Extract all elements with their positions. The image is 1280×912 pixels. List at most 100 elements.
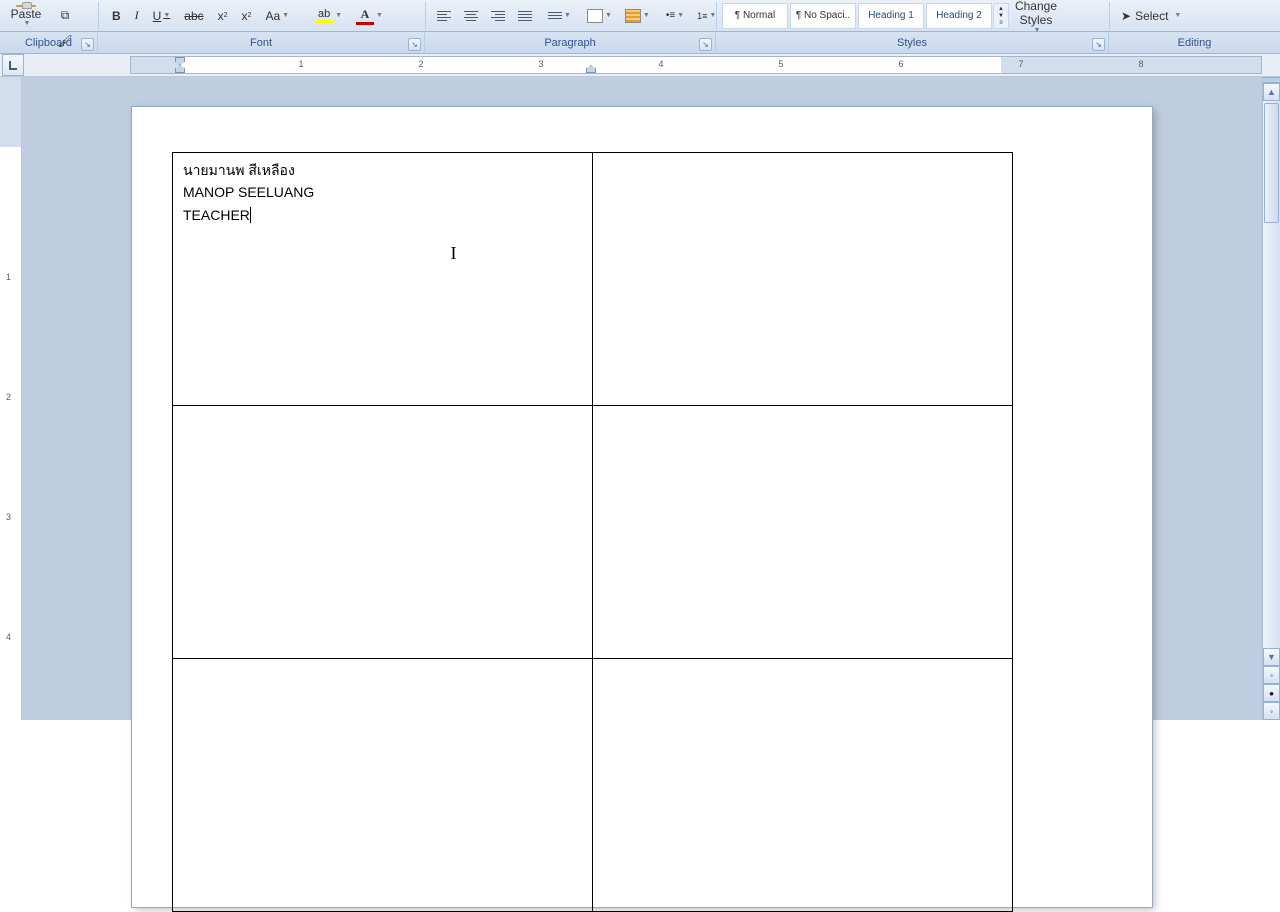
style-heading-1[interactable]: Heading 1 <box>858 3 924 29</box>
superscript-button[interactable]: x2 <box>237 4 257 28</box>
font-color-button[interactable]: A ▼ <box>351 4 388 28</box>
cell-line: TEACHER <box>183 204 582 226</box>
cursor-icon: ➤ <box>1121 9 1131 23</box>
group-paragraph: Paragraph ↘ <box>425 32 716 53</box>
align-center-icon <box>464 11 478 21</box>
vruler-num: 3 <box>6 512 11 522</box>
shading-button[interactable]: ▼ <box>582 4 617 28</box>
scroll-down-button[interactable]: ▼ <box>1263 648 1280 666</box>
align-justify-icon <box>518 11 532 21</box>
select-label: Select <box>1135 9 1168 23</box>
paste-button[interactable]: Paste ▼ <box>4 4 48 28</box>
align-center-button[interactable] <box>459 4 483 28</box>
ruler-num: 5 <box>778 59 783 69</box>
align-left-icon <box>437 11 451 21</box>
font-dialog-launcher[interactable]: ↘ <box>408 38 421 51</box>
line-spacing-button[interactable]: ▼ <box>543 4 576 28</box>
align-right-icon <box>491 11 505 21</box>
ruler-num: 8 <box>1138 59 1143 69</box>
font-color-swatch <box>356 22 374 25</box>
i-beam-cursor: I <box>451 243 457 264</box>
style-normal[interactable]: ¶ Normal <box>722 3 788 29</box>
ruler-num: 3 <box>538 59 543 69</box>
table-cell[interactable] <box>593 153 1013 406</box>
cut-button[interactable]: ✂ <box>50 0 80 3</box>
document-area[interactable]: นายมานพ สีเหลือง MANOP SEELUANG TEACHER … <box>22 77 1262 720</box>
borders-icon <box>625 9 641 23</box>
ruler-num: 4 <box>658 59 663 69</box>
page: นายมานพ สีเหลือง MANOP SEELUANG TEACHER … <box>132 107 1152 907</box>
scroll-track[interactable] <box>1263 101 1280 648</box>
tab-left-icon <box>7 59 19 71</box>
highlight-swatch <box>315 20 333 23</box>
ruler-row: 1 2 3 4 5 6 7 8 <box>0 54 1280 77</box>
bucket-icon <box>587 9 603 23</box>
paste-label: Paste <box>11 8 42 20</box>
italic-button[interactable]: I <box>130 4 144 28</box>
change-styles-label: Change Styles <box>1014 0 1058 26</box>
table-cell[interactable] <box>593 406 1013 659</box>
select-button[interactable]: ➤ Select ▼ <box>1116 4 1186 28</box>
styles-more-button[interactable]: ▲▼≡ <box>993 3 1009 29</box>
style-heading-2[interactable]: Heading 2 <box>926 3 992 29</box>
browse-object-button[interactable]: ● <box>1263 684 1280 702</box>
ruler-num: 2 <box>418 59 423 69</box>
copy-icon: ⧉ <box>55 6 75 26</box>
next-page-button[interactable]: ◦ <box>1263 702 1280 720</box>
workspace: 1 2 3 4 นายมานพ สีเหลือง MANOP SEELUANG … <box>0 77 1280 720</box>
ribbon-group-labels: Clipboard ↘ Font ↘ Paragraph ↘ Styles ↘ … <box>0 32 1280 54</box>
line-spacing-icon <box>548 12 562 19</box>
table-row <box>173 659 1013 912</box>
vruler-num: 2 <box>6 392 11 402</box>
align-right-button[interactable] <box>486 4 510 28</box>
chevron-down-icon: ▼ <box>1174 12 1181 19</box>
change-styles-button[interactable]: Change Styles ▼ <box>1009 4 1063 28</box>
highlighter-icon: ab <box>318 8 330 20</box>
scroll-up-button[interactable]: ▲ <box>1263 83 1280 101</box>
font-color-icon: A <box>361 7 370 22</box>
group-styles: Styles ↘ <box>716 32 1109 53</box>
copy-button[interactable]: ⧉ <box>50 4 80 28</box>
cell-line: MANOP SEELUANG <box>183 181 582 203</box>
table-row: นายมานพ สีเหลือง MANOP SEELUANG TEACHER … <box>173 153 1013 406</box>
ruler-num: 6 <box>898 59 903 69</box>
styles-dialog-launcher[interactable]: ↘ <box>1092 38 1105 51</box>
group-editing: Editing <box>1109 32 1280 53</box>
strikethrough-button[interactable]: abc <box>179 4 208 28</box>
ribbon: Paste ▼ ✂ ⧉ 🖌 B I U▼ abc x2 x2 Aa▼ ab ▼ … <box>0 0 1280 32</box>
bold-button[interactable]: B <box>107 4 126 28</box>
table-cell[interactable] <box>593 659 1013 912</box>
group-clipboard: Clipboard ↘ <box>0 32 98 53</box>
style-no-spacing[interactable]: ¶ No Spaci.. <box>790 3 856 29</box>
prev-page-button[interactable]: ◦ <box>1263 666 1280 684</box>
scroll-thumb[interactable] <box>1264 103 1279 223</box>
table-cell[interactable]: นายมานพ สีเหลือง MANOP SEELUANG TEACHER … <box>173 153 593 406</box>
table-cell[interactable] <box>173 659 593 912</box>
align-left-button[interactable] <box>432 4 456 28</box>
bullets-button[interactable]: •≡▼ <box>661 4 689 28</box>
paragraph-dialog-launcher[interactable]: ↘ <box>699 38 712 51</box>
tab-selector[interactable] <box>2 54 24 76</box>
chevron-down-icon: ▼ <box>24 20 31 27</box>
scissors-icon: ✂ <box>55 0 75 1</box>
borders-button[interactable]: ▼ <box>620 4 655 28</box>
document-table[interactable]: นายมานพ สีเหลือง MANOP SEELUANG TEACHER … <box>172 152 1013 912</box>
align-justify-button[interactable] <box>513 4 537 28</box>
subscript-button[interactable]: x2 <box>213 4 233 28</box>
vruler-num: 4 <box>6 632 11 642</box>
numbering-icon: 1≡ <box>697 11 707 21</box>
group-font: Font ↘ <box>98 32 425 53</box>
vertical-ruler[interactable]: 1 2 3 4 <box>0 77 22 720</box>
clipboard-dialog-launcher[interactable]: ↘ <box>81 38 94 51</box>
vruler-num: 1 <box>6 272 11 282</box>
vertical-scrollbar[interactable]: ▲ ▼ ◦ ● ◦ <box>1262 77 1280 720</box>
horizontal-ruler[interactable]: 1 2 3 4 5 6 7 8 <box>130 56 1262 74</box>
bullets-icon: •≡ <box>666 10 675 21</box>
change-case-button[interactable]: Aa▼ <box>260 4 294 28</box>
cell-line: นายมานพ สีเหลือง <box>183 159 582 181</box>
highlight-color-button[interactable]: ab ▼ <box>310 4 347 28</box>
table-cell[interactable] <box>173 406 593 659</box>
ruler-num: 7 <box>1018 59 1023 69</box>
table-row <box>173 406 1013 659</box>
underline-button[interactable]: U▼ <box>148 4 176 28</box>
